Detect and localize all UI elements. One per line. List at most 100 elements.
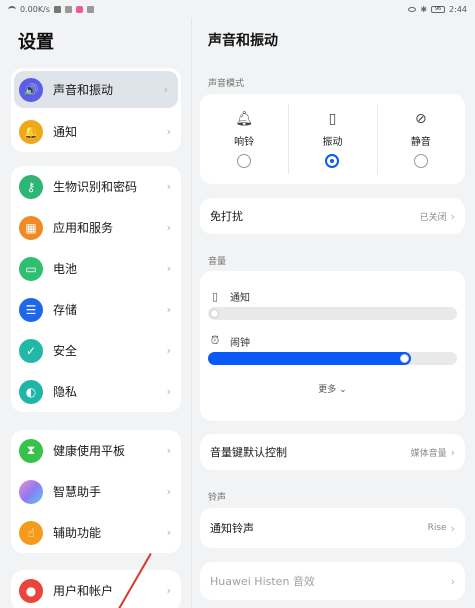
vibrate-icon: ▯ <box>211 289 219 303</box>
slider-thumb[interactable] <box>399 354 409 363</box>
mode-label: 响铃 <box>234 136 255 148</box>
sidebar-item-digital-balance[interactable]: ⧗ 健康使用平板 › <box>11 430 181 471</box>
sidebar-item-privacy[interactable]: ◐ 隐私 › <box>11 371 181 412</box>
cloud-icon <box>64 5 72 13</box>
settings-sidebar: 设置 🔊 声音和振动 › 🔔 通知 › ⚷ 生物识别和密码 › ▦ 应用和服务 … <box>0 18 191 608</box>
volume-key-label: 音量键默认控制 <box>210 446 287 459</box>
histen-label: Huawei Histen 音效 <box>210 575 315 588</box>
sound-mode-ring[interactable]: 🔔︎ 响铃 <box>200 94 288 184</box>
sidebar-item-label: 安全 <box>53 344 78 358</box>
chevron-right-icon: › <box>166 125 171 138</box>
chevron-right-icon: › <box>450 521 455 535</box>
app-icon <box>75 5 83 13</box>
chevron-right-icon: › <box>450 445 455 459</box>
sidebar-item-label: 智慧助手 <box>53 485 102 499</box>
status-bar: 0.00K/s ✱ 96 2:44 <box>0 0 475 18</box>
volume-section-label: 音量 <box>208 257 227 267</box>
slider-fill <box>208 352 411 365</box>
network-speed: 0.00K/s <box>20 4 50 14</box>
battery-icon: 96 <box>431 5 446 13</box>
hand-icon: ☝ <box>19 520 43 545</box>
sidebar-group-3: ⧗ 健康使用平板 › 智慧助手 › ☝ 辅助功能 › <box>11 430 181 553</box>
shield-check-icon: ✓ <box>19 338 43 363</box>
sidebar-item-label: 隐私 <box>53 385 78 399</box>
dnd-row[interactable]: 免打扰 已关闭 › <box>200 198 465 234</box>
wifi-icon <box>8 5 16 13</box>
sidebar-item-assistant[interactable]: 智慧助手 › <box>11 471 181 512</box>
ringtone-section-label: 铃声 <box>208 493 227 503</box>
ring-radio[interactable] <box>237 153 252 168</box>
chevron-right-icon: › <box>166 344 171 357</box>
sidebar-item-label: 通知 <box>53 125 78 139</box>
chevron-right-icon: › <box>163 83 168 96</box>
chevron-right-icon: › <box>166 584 171 597</box>
sidebar-item-accounts[interactable]: ● 用户和帐户 › <box>11 570 181 608</box>
clock: 2:44 <box>449 4 467 14</box>
sidebar-item-label: 生物识别和密码 <box>53 180 138 194</box>
volume-key-value: 媒体音量 <box>410 448 447 459</box>
notification-volume-label: 通知 <box>230 292 250 304</box>
bell-icon: 🔔 <box>19 119 43 144</box>
sidebar-item-apps[interactable]: ▦ 应用和服务 › <box>11 207 181 248</box>
silent-radio[interactable] <box>413 153 428 168</box>
notification-tone-row[interactable]: 通知铃声 Rise › <box>200 508 465 548</box>
dnd-status: 已关闭 <box>419 212 447 223</box>
sidebar-item-biometrics[interactable]: ⚷ 生物识别和密码 › <box>11 166 181 207</box>
dnd-label: 免打扰 <box>210 210 243 223</box>
sound-mode-silent[interactable]: ⊘ 静音 <box>376 94 465 184</box>
alarm-volume-slider[interactable] <box>208 352 457 365</box>
alarm-clock-icon: ⏰︎ <box>210 334 220 347</box>
chevron-right-icon: › <box>166 444 171 457</box>
sidebar-group-1: 🔊 声音和振动 › 🔔 通知 › <box>11 68 181 152</box>
page-title: 设置 <box>18 32 54 53</box>
privacy-icon: ◐ <box>19 379 43 404</box>
key-icon: ⚷ <box>19 174 43 199</box>
sound-mode-card: 🔔︎ 响铃 ▯ 振动 ⊘ 静音 <box>200 94 465 184</box>
app-icon-2 <box>86 5 94 13</box>
sidebar-item-accessibility[interactable]: ☝ 辅助功能 › <box>11 512 181 553</box>
sidebar-item-label: 用户和帐户 <box>53 584 114 598</box>
bell-off-icon: ⊘ <box>414 110 427 127</box>
slider-thumb[interactable] <box>210 309 219 318</box>
chevron-right-icon: › <box>166 485 171 498</box>
notification-icon <box>53 5 61 13</box>
status-right: ✱ 96 2:44 <box>408 5 467 14</box>
sidebar-item-label: 应用和服务 <box>53 221 114 235</box>
vibrate-icon: ▯ <box>328 110 337 127</box>
volume-key-row[interactable]: 音量键默认控制 媒体音量 › <box>200 434 465 470</box>
alarm-volume-label: 闹钟 <box>230 337 250 349</box>
chevron-right-icon: › <box>166 526 171 539</box>
histen-row[interactable]: Huawei Histen 音效 › <box>200 562 465 600</box>
vibrate-radio[interactable] <box>325 153 340 168</box>
sound-mode-section-label: 声音模式 <box>208 79 245 89</box>
mode-label: 静音 <box>410 136 431 148</box>
storage-icon: ☰ <box>19 297 43 322</box>
notification-tone-label: 通知铃声 <box>210 522 254 535</box>
chevron-right-icon: › <box>166 180 171 193</box>
chevron-right-icon: › <box>166 262 171 275</box>
sidebar-item-label: 辅助功能 <box>53 526 102 540</box>
sidebar-item-storage[interactable]: ☰ 存储 › <box>11 289 181 330</box>
battery-icon: ▭ <box>19 256 43 281</box>
sidebar-item-label: 声音和振动 <box>53 83 114 97</box>
sidebar-item-label: 电池 <box>53 262 78 276</box>
more-button[interactable]: 更多 ⌄ <box>200 381 465 399</box>
sidebar-item-security[interactable]: ✓ 安全 › <box>11 330 181 371</box>
bell-icon: 🔔︎ <box>235 110 254 127</box>
panel-title: 声音和振动 <box>208 33 278 49</box>
apps-icon: ▦ <box>19 215 43 240</box>
sidebar-item-battery[interactable]: ▭ 电池 › <box>11 248 181 289</box>
chevron-right-icon: › <box>166 221 171 234</box>
sidebar-item-sound[interactable]: 🔊 声音和振动 › <box>14 71 178 108</box>
sound-mode-vibrate[interactable]: ▯ 振动 <box>288 94 376 184</box>
sidebar-item-label: 存储 <box>53 303 78 317</box>
sidebar-item-notifications[interactable]: 🔔 通知 › <box>11 111 181 152</box>
chevron-right-icon: › <box>166 303 171 316</box>
chevron-right-icon: › <box>450 209 455 223</box>
speaker-icon: 🔊 <box>19 77 43 102</box>
mode-label: 振动 <box>322 136 343 148</box>
notification-volume-slider[interactable] <box>208 307 457 320</box>
volume-card: ▯ 通知 ⏰︎ 闹钟 更多 ⌄ <box>200 271 465 421</box>
chevron-right-icon: › <box>166 385 171 398</box>
hourglass-icon: ⧗ <box>19 438 43 463</box>
